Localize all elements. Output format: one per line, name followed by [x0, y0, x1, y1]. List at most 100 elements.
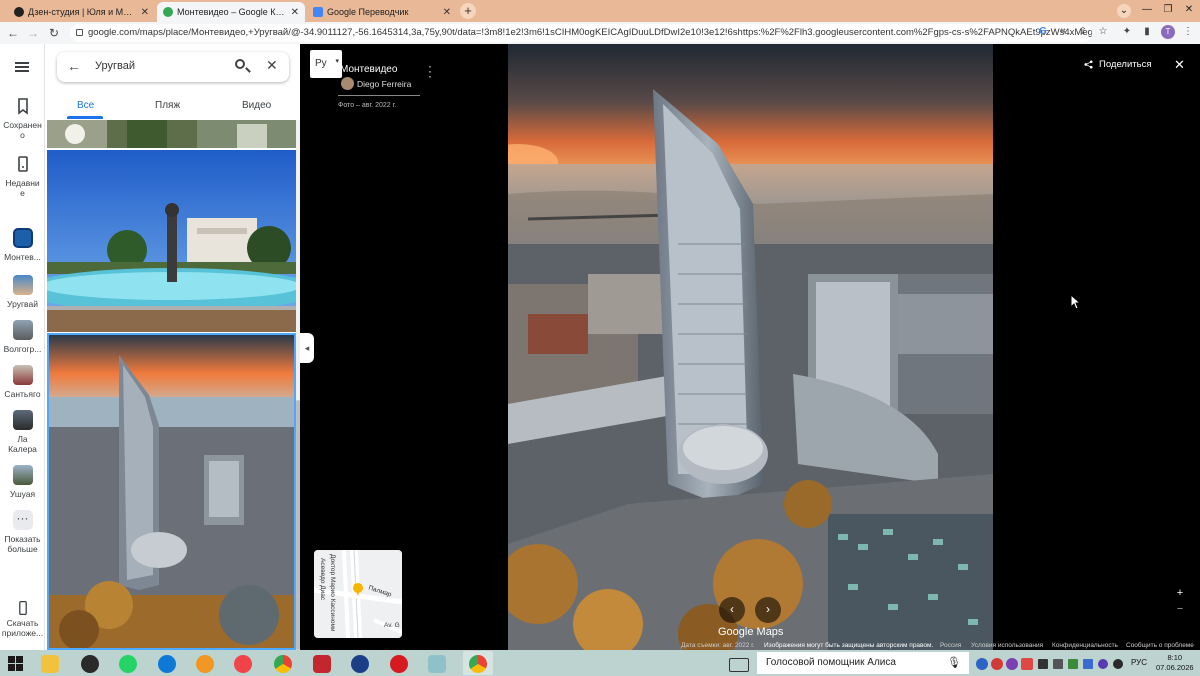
network-icon[interactable]: [1053, 659, 1063, 669]
google-maps-logo: Google Maps: [718, 626, 784, 638]
zoom-out-icon[interactable]: −: [1175, 601, 1185, 617]
rail-item-download-app[interactable]: Скачать приложе...: [0, 600, 45, 638]
rail-item-volgograd[interactable]: Волгогр...: [0, 320, 45, 354]
rail-item-la-calera[interactable]: Ла Калера: [0, 410, 45, 454]
main-photo[interactable]: [508, 44, 993, 650]
bookmark-star-icon[interactable]: ☆: [1097, 26, 1109, 38]
previous-photo-button[interactable]: ‹: [719, 597, 745, 623]
rail-item-santiago[interactable]: Сантьяго: [0, 365, 45, 399]
rail-item-label: Волгогр...: [3, 344, 42, 354]
tab-title: Google Переводчик: [327, 7, 409, 17]
tray-icon[interactable]: [1098, 659, 1108, 669]
search-box[interactable]: ← Уругвай ✕: [57, 52, 289, 82]
back-arrow-icon[interactable]: ←: [67, 58, 81, 74]
chrome-icon[interactable]: [469, 655, 487, 673]
close-tab-icon[interactable]: ✕: [291, 7, 299, 18]
report-link[interactable]: Сообщить о проблеме: [1126, 642, 1194, 649]
app-icon[interactable]: [196, 655, 214, 673]
restore-icon[interactable]: ❐: [1158, 0, 1178, 22]
mini-map[interactable]: Доктор Марио Кассиноми Асеведо Диас Палм…: [314, 550, 402, 638]
system-clock[interactable]: 8:10 07.06.2026: [1156, 653, 1194, 673]
photo-place-title[interactable]: Монтевидео: [340, 64, 397, 75]
edge-icon[interactable]: [158, 655, 176, 673]
microphone-icon[interactable]: 🎙: [947, 652, 961, 674]
share-page-icon[interactable]: ⇪: [1077, 26, 1089, 38]
menu-icon[interactable]: [15, 62, 29, 72]
close-viewer-icon[interactable]: ✕: [1174, 57, 1185, 73]
rail-item-ushuaia[interactable]: Ушуая: [0, 465, 45, 499]
voice-assistant-search[interactable]: Голосовой помощник Алиса 🎙: [757, 652, 969, 674]
photo-thumbnail[interactable]: [47, 150, 296, 332]
tab-video[interactable]: Видео: [242, 100, 271, 111]
windows-taskbar: [0, 650, 1200, 676]
translate-page-icon[interactable]: ⌗: [1057, 26, 1069, 38]
close-window-icon[interactable]: ✕: [1179, 0, 1199, 22]
rail-item-label: Недавние: [5, 178, 40, 198]
google-lens-icon[interactable]: G: [1037, 26, 1049, 38]
keyboard-icon[interactable]: [729, 658, 749, 672]
photo-thumbnail-selected[interactable]: [47, 333, 296, 650]
app-icon[interactable]: [351, 655, 369, 673]
file-explorer-icon[interactable]: [41, 655, 59, 673]
photo-author[interactable]: Diego Ferreira: [357, 79, 411, 89]
tray-icon[interactable]: [991, 658, 1003, 670]
url-field[interactable]: google.com/maps/place/Монтевидео,+Уругва…: [70, 24, 1092, 42]
history-icon: [17, 156, 28, 172]
volume-icon[interactable]: [1038, 659, 1048, 669]
tab-all[interactable]: Все: [77, 100, 94, 111]
close-tab-icon[interactable]: ✕: [443, 7, 451, 18]
tab-translate[interactable]: Google Переводчик ✕: [307, 2, 457, 22]
yandex-browser-icon[interactable]: [234, 655, 252, 673]
tab-beach[interactable]: Пляж: [155, 100, 180, 111]
back-icon[interactable]: ←: [5, 25, 21, 41]
photo-thumbnail[interactable]: [47, 120, 296, 148]
browser-menu-icon[interactable]: ⋮: [1182, 26, 1194, 38]
tray-icon[interactable]: [976, 658, 988, 670]
app-icon[interactable]: [81, 655, 99, 673]
tray-icon[interactable]: [1113, 659, 1123, 669]
terms-link[interactable]: Условия использования: [971, 642, 1043, 649]
input-language[interactable]: РУС: [1131, 658, 1147, 667]
country-link[interactable]: Россия: [940, 642, 961, 649]
privacy-link[interactable]: Конфиденциальность: [1052, 642, 1118, 649]
share-button[interactable]: Поделиться: [1084, 59, 1151, 70]
more-options-icon[interactable]: · · ·: [428, 60, 432, 82]
tray-icon[interactable]: [1006, 658, 1018, 670]
tray-icon[interactable]: [1068, 659, 1078, 669]
windows-start-icon[interactable]: [8, 656, 23, 671]
place-thumb: [12, 410, 33, 430]
next-photo-button[interactable]: ›: [755, 597, 781, 623]
minimize-icon[interactable]: —: [1137, 0, 1157, 22]
collapse-panel-button[interactable]: ◂: [300, 333, 314, 363]
forward-icon[interactable]: →: [25, 25, 41, 41]
close-tab-icon[interactable]: ✕: [141, 7, 149, 18]
opera-icon[interactable]: [390, 655, 408, 673]
reload-icon[interactable]: ↻: [46, 25, 62, 41]
rail-item-recent[interactable]: Недавние: [0, 154, 45, 198]
tab-maps[interactable]: Монтевидео – Google Карты ✕: [157, 2, 305, 22]
clear-search-icon[interactable]: ✕: [266, 57, 278, 74]
tab-search-icon[interactable]: ⌄: [1117, 4, 1131, 18]
tray-icon[interactable]: [1021, 658, 1033, 670]
author-avatar[interactable]: [341, 77, 354, 90]
language-button[interactable]: Ру ▾: [310, 50, 342, 78]
rail-item-montevideo[interactable]: Монтев...: [0, 228, 45, 262]
rail-item-show-more[interactable]: ··· Показать больше: [0, 510, 45, 554]
search-query[interactable]: Уругвай: [95, 60, 135, 72]
extensions-icon[interactable]: ✦: [1121, 26, 1133, 38]
side-panel-icon[interactable]: ▮: [1141, 26, 1153, 38]
new-tab-button[interactable]: +: [460, 3, 476, 19]
site-info-icon[interactable]: [76, 29, 83, 36]
search-icon[interactable]: [235, 59, 245, 69]
rail-item-saved[interactable]: Сохранено: [0, 96, 45, 140]
profile-avatar[interactable]: T: [1161, 25, 1175, 39]
tab-dzen[interactable]: Дзен-студия | Юля и Макс полу ✕: [8, 2, 155, 22]
app-icon[interactable]: [313, 655, 331, 673]
rail-item-uruguay[interactable]: Уругвай: [0, 275, 45, 309]
zoom-in-icon[interactable]: +: [1175, 585, 1185, 601]
chrome-icon[interactable]: [274, 655, 292, 673]
whatsapp-icon[interactable]: [119, 655, 137, 673]
tray-icon[interactable]: [1083, 659, 1093, 669]
translate-favicon-icon: [313, 7, 323, 17]
notepad-icon[interactable]: [428, 655, 446, 673]
